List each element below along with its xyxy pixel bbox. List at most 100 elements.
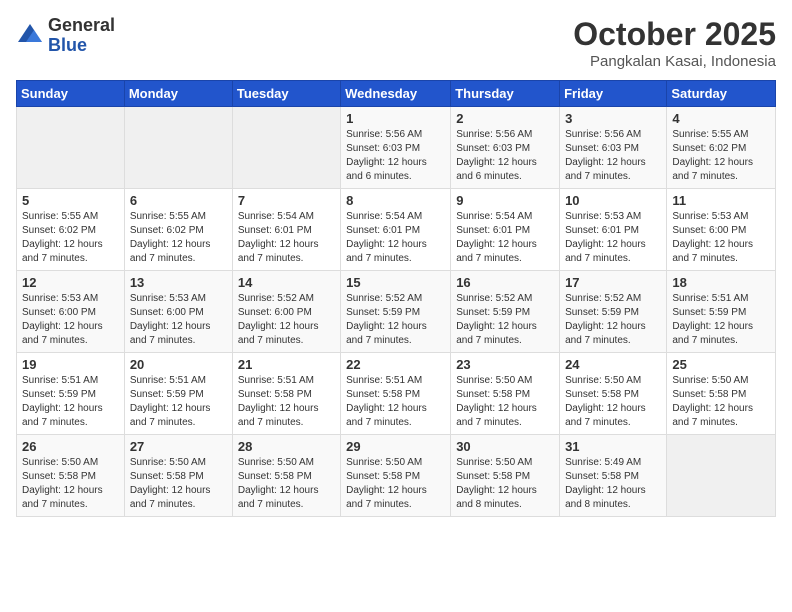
day-number: 9: [456, 193, 554, 208]
calendar-cell: 18 Sunrise: 5:51 AMSunset: 5:59 PMDayligh…: [667, 271, 776, 353]
day-header-monday: Monday: [124, 81, 232, 107]
calendar-cell: 24 Sunrise: 5:50 AMSunset: 5:58 PMDayligh…: [560, 353, 667, 435]
day-number: 14: [238, 275, 335, 290]
calendar-cell: 3 Sunrise: 5:56 AMSunset: 6:03 PMDaylight…: [560, 107, 667, 189]
calendar-header-row: SundayMondayTuesdayWednesdayThursdayFrid…: [17, 81, 776, 107]
calendar-cell: 13 Sunrise: 5:53 AMSunset: 6:00 PMDayligh…: [124, 271, 232, 353]
calendar-cell: 15 Sunrise: 5:52 AMSunset: 5:59 PMDayligh…: [341, 271, 451, 353]
calendar-cell: 30 Sunrise: 5:50 AMSunset: 5:58 PMDayligh…: [451, 435, 560, 517]
cell-content: Sunrise: 5:50 AMSunset: 5:58 PMDaylight:…: [456, 456, 554, 512]
calendar-cell: 8 Sunrise: 5:54 AMSunset: 6:01 PMDaylight…: [341, 189, 451, 271]
cell-content: Sunrise: 5:54 AMSunset: 6:01 PMDaylight:…: [238, 210, 335, 266]
cell-content: Sunrise: 5:56 AMSunset: 6:03 PMDaylight:…: [565, 128, 661, 184]
calendar-week-3: 12 Sunrise: 5:53 AMSunset: 6:00 PMDayligh…: [17, 271, 776, 353]
day-number: 11: [672, 193, 770, 208]
month-title: October 2025: [573, 16, 776, 53]
day-number: 10: [565, 193, 661, 208]
cell-content: Sunrise: 5:50 AMSunset: 5:58 PMDaylight:…: [238, 456, 335, 512]
calendar-cell: 21Sunrise: 5:51 AMSunset: 5:58 PMDayligh…: [232, 353, 340, 435]
calendar-cell: 7 Sunrise: 5:54 AMSunset: 6:01 PMDaylight…: [232, 189, 340, 271]
calendar-cell: [667, 435, 776, 517]
day-number: 29: [346, 439, 445, 454]
cell-content: Sunrise: 5:50 AMSunset: 5:58 PMDaylight:…: [22, 456, 119, 512]
day-number: 13: [130, 275, 227, 290]
day-number: 1: [346, 111, 445, 126]
day-number: 26: [22, 439, 119, 454]
calendar-cell: 23Sunrise: 5:50 AMSunset: 5:58 PMDayligh…: [451, 353, 560, 435]
day-header-tuesday: Tuesday: [232, 81, 340, 107]
calendar-week-1: 1 Sunrise: 5:56 AMSunset: 6:03 PMDaylight…: [17, 107, 776, 189]
day-header-saturday: Saturday: [667, 81, 776, 107]
cell-content: Sunrise: 5:54 AMSunset: 6:01 PMDaylight:…: [346, 210, 445, 266]
cell-content: Sunrise: 5:50 AMSunset: 5:58 PMDaylight:…: [565, 374, 661, 430]
cell-content: Sunrise: 5:53 AMSunset: 6:00 PMDaylight:…: [672, 210, 770, 266]
cell-content: Sunrise: 5:50 AMSunset: 5:58 PMDaylight:…: [130, 456, 227, 512]
cell-content: Sunrise: 5:56 AMSunset: 6:03 PMDaylight:…: [456, 128, 554, 184]
calendar-cell: 2 Sunrise: 5:56 AMSunset: 6:03 PMDaylight…: [451, 107, 560, 189]
day-number: 30: [456, 439, 554, 454]
calendar-week-2: 5 Sunrise: 5:55 AMSunset: 6:02 PMDaylight…: [17, 189, 776, 271]
day-number: 17: [565, 275, 661, 290]
cell-content: Sunrise: 5:55 AMSunset: 6:02 PMDaylight:…: [22, 210, 119, 266]
calendar-cell: 28Sunrise: 5:50 AMSunset: 5:58 PMDayligh…: [232, 435, 340, 517]
calendar-week-5: 26 Sunrise: 5:50 AMSunset: 5:58 PMDayligh…: [17, 435, 776, 517]
day-number: 2: [456, 111, 554, 126]
logo-icon: [16, 22, 44, 50]
cell-content: Sunrise: 5:51 AMSunset: 5:59 PMDaylight:…: [672, 292, 770, 348]
calendar-cell: 9 Sunrise: 5:54 AMSunset: 6:01 PMDaylight…: [451, 189, 560, 271]
day-number: 31: [565, 439, 661, 454]
calendar-cell: [124, 107, 232, 189]
calendar-cell: 10Sunrise: 5:53 AMSunset: 6:01 PMDayligh…: [560, 189, 667, 271]
day-number: 15: [346, 275, 445, 290]
day-number: 18: [672, 275, 770, 290]
calendar-cell: 11 Sunrise: 5:53 AMSunset: 6:00 PMDayligh…: [667, 189, 776, 271]
calendar-cell: 17 Sunrise: 5:52 AMSunset: 5:59 PMDayligh…: [560, 271, 667, 353]
day-number: 7: [238, 193, 335, 208]
cell-content: Sunrise: 5:51 AMSunset: 5:59 PMDaylight:…: [22, 374, 119, 430]
day-number: 8: [346, 193, 445, 208]
location-text: Pangkalan Kasai, Indonesia: [573, 53, 776, 70]
calendar-cell: 6 Sunrise: 5:55 AMSunset: 6:02 PMDaylight…: [124, 189, 232, 271]
cell-content: Sunrise: 5:49 AMSunset: 5:58 PMDaylight:…: [565, 456, 661, 512]
day-number: 5: [22, 193, 119, 208]
calendar-cell: 31 Sunrise: 5:49 AMSunset: 5:58 PMDayligh…: [560, 435, 667, 517]
cell-content: Sunrise: 5:50 AMSunset: 5:58 PMDaylight:…: [672, 374, 770, 430]
page-header: General Blue October 2025 Pangkalan Kasa…: [16, 16, 776, 70]
title-block: October 2025 Pangkalan Kasai, Indonesia: [573, 16, 776, 70]
calendar-cell: 26 Sunrise: 5:50 AMSunset: 5:58 PMDayligh…: [17, 435, 125, 517]
calendar-cell: 16 Sunrise: 5:52 AMSunset: 5:59 PMDayligh…: [451, 271, 560, 353]
day-number: 19: [22, 357, 119, 372]
calendar-cell: 19 Sunrise: 5:51 AMSunset: 5:59 PMDayligh…: [17, 353, 125, 435]
calendar-cell: [17, 107, 125, 189]
cell-content: Sunrise: 5:52 AMSunset: 5:59 PMDaylight:…: [565, 292, 661, 348]
cell-content: Sunrise: 5:55 AMSunset: 6:02 PMDaylight:…: [672, 128, 770, 184]
cell-content: Sunrise: 5:51 AMSunset: 5:58 PMDaylight:…: [238, 374, 335, 430]
day-number: 16: [456, 275, 554, 290]
cell-content: Sunrise: 5:55 AMSunset: 6:02 PMDaylight:…: [130, 210, 227, 266]
day-header-friday: Friday: [560, 81, 667, 107]
cell-content: Sunrise: 5:52 AMSunset: 6:00 PMDaylight:…: [238, 292, 335, 348]
day-number: 3: [565, 111, 661, 126]
calendar-cell: 1Sunrise: 5:56 AMSunset: 6:03 PMDaylight…: [341, 107, 451, 189]
cell-content: Sunrise: 5:52 AMSunset: 5:59 PMDaylight:…: [346, 292, 445, 348]
cell-content: Sunrise: 5:53 AMSunset: 6:00 PMDaylight:…: [22, 292, 119, 348]
cell-content: Sunrise: 5:53 AMSunset: 6:00 PMDaylight:…: [130, 292, 227, 348]
day-number: 24: [565, 357, 661, 372]
cell-content: Sunrise: 5:52 AMSunset: 5:59 PMDaylight:…: [456, 292, 554, 348]
cell-content: Sunrise: 5:50 AMSunset: 5:58 PMDaylight:…: [346, 456, 445, 512]
cell-content: Sunrise: 5:54 AMSunset: 6:01 PMDaylight:…: [456, 210, 554, 266]
calendar-cell: [232, 107, 340, 189]
logo-general-text: General: [48, 15, 115, 35]
calendar-cell: 20Sunrise: 5:51 AMSunset: 5:59 PMDayligh…: [124, 353, 232, 435]
day-number: 12: [22, 275, 119, 290]
logo-blue-text: Blue: [48, 35, 87, 55]
day-header-thursday: Thursday: [451, 81, 560, 107]
calendar-cell: 29 Sunrise: 5:50 AMSunset: 5:58 PMDayligh…: [341, 435, 451, 517]
day-number: 4: [672, 111, 770, 126]
cell-content: Sunrise: 5:51 AMSunset: 5:58 PMDaylight:…: [346, 374, 445, 430]
day-number: 6: [130, 193, 227, 208]
calendar-cell: 22Sunrise: 5:51 AMSunset: 5:58 PMDayligh…: [341, 353, 451, 435]
day-number: 23: [456, 357, 554, 372]
cell-content: Sunrise: 5:51 AMSunset: 5:59 PMDaylight:…: [130, 374, 227, 430]
calendar-cell: 4 Sunrise: 5:55 AMSunset: 6:02 PMDaylight…: [667, 107, 776, 189]
